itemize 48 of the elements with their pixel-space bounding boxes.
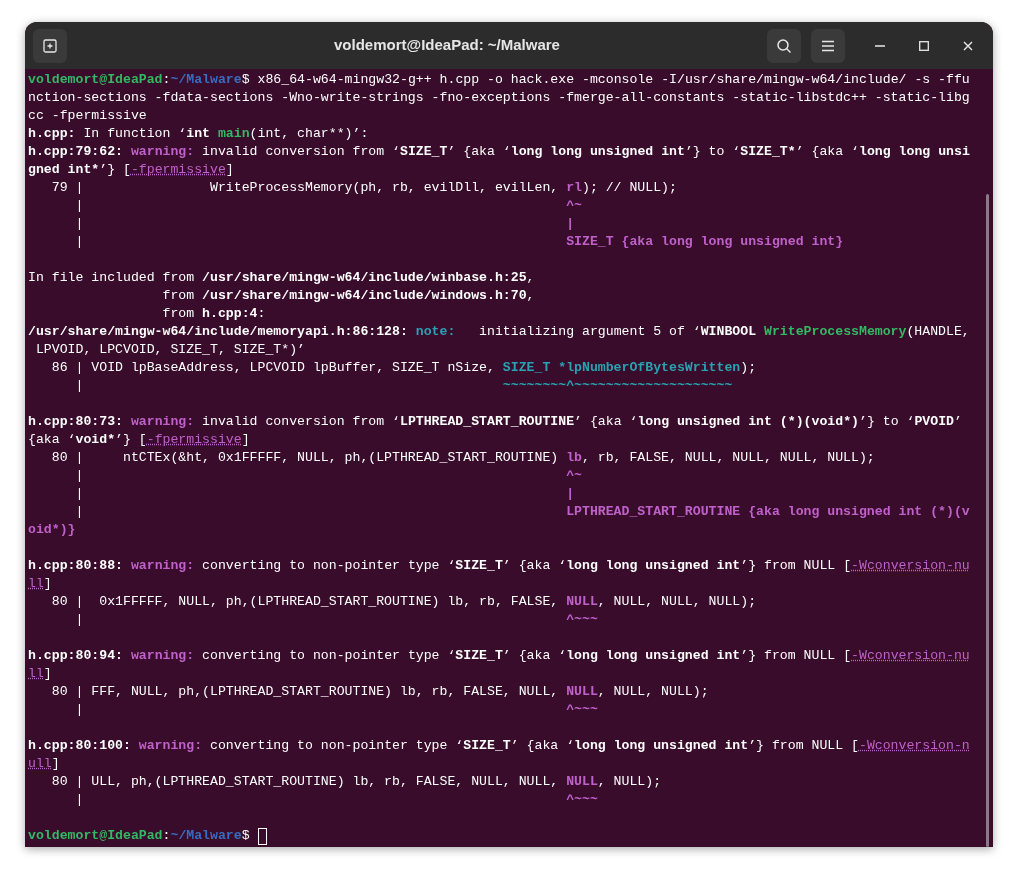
- new-tab-button[interactable]: [33, 28, 67, 63]
- terminal-line: from /usr/share/mingw-w64/include/windows.h:70,: [161, 287, 535, 305]
- terminal-line: h.cpp:80:94: warning: converting to non-pointer type ‘SIZE_T’ {aka ‘long long unsigned int’} from NULL [-Wconversion-nu: [28, 647, 970, 665]
- terminal-line: | |: [74, 215, 575, 233]
- terminal-line: 80 | ntCTEx(&ht, 0x1FFFFF, NULL, ph,(LPTHREAD_START_ROUTINE) lb, rb, FALSE, NULL, NULL, NULL, NULL);: [50, 449, 875, 467]
- terminal-line: ull]: [28, 755, 60, 773]
- terminal-line: ll]: [28, 575, 52, 593]
- terminal-line: 80 | 0x1FFFFF, NULL, ph,(LPTHREAD_START_ROUTINE) lb, rb, FALSE, NULL, NULL, NULL, NULL);: [50, 593, 757, 611]
- terminal-line: 79 | WriteProcessMemory(ph, rb, evilDll, evilLen, rl); // NULL);: [50, 179, 677, 197]
- search-button[interactable]: [767, 28, 801, 63]
- terminal-line: | ^~: [74, 197, 582, 215]
- terminal-line: | LPTHREAD_START_ROUTINE {aka long unsigned int (*)(v: [74, 503, 970, 521]
- terminal-line: voldemort@IdeaPad:~/Malware$: [28, 827, 251, 845]
- terminal-line: ll]: [28, 665, 52, 683]
- search-icon: [776, 37, 792, 54]
- terminal-line: cc -fpermissive: [28, 107, 147, 125]
- terminal-line: | SIZE_T {aka long long unsigned int}: [74, 233, 844, 251]
- terminal-line: h.cpp:80:100: warning: converting to non-pointer type ‘SIZE_T’ {aka ‘long long unsigned int’} from NULL [-Wconversion-n: [28, 737, 970, 755]
- terminal-line: h.cpp:80:73: warning: invalid conversion from ‘LPTHREAD_START_ROUTINE’ {aka ‘long unsigned int (*)(void*)’} to ‘PVOID’: [28, 413, 962, 431]
- terminal-line: | ^~: [74, 467, 582, 485]
- minimize-icon: [875, 44, 885, 47]
- close-icon: [963, 40, 973, 51]
- scrollbar[interactable]: [986, 194, 989, 847]
- menu-icon: [821, 39, 835, 52]
- maximize-icon: [919, 40, 929, 51]
- terminal-line: | ~~~~~~~~^~~~~~~~~~~~~~~~~~~~~: [74, 377, 733, 395]
- terminal-line: h.cpp:80:88: warning: converting to non-pointer type ‘SIZE_T’ {aka ‘long long unsigned int’} from NULL [-Wconversion-nu: [28, 557, 970, 575]
- window-title: voldemort@IdeaPad: ~/Malware: [333, 35, 560, 56]
- terminal-line: LPVOID, LPCVOID, SIZE_T, SIZE_T*)’: [34, 341, 305, 359]
- menu-button[interactable]: [811, 28, 845, 63]
- terminal-line: gned int*’} [-fpermissive]: [28, 161, 234, 179]
- terminal-line: | ^~~~: [74, 791, 598, 809]
- terminal-line: from h.cpp:4:: [161, 305, 266, 323]
- terminal-line: 86 | VOID lpBaseAddress, LPCVOID lpBuffer, SIZE_T nSize, SIZE_T *lpNumberOfBytesWritten);: [50, 359, 757, 377]
- terminal-line: nction-sections -fdata-sections -Wno-write-strings -fno-exceptions -fmerge-all-constants -static-libstdc++ -static-libg: [28, 89, 970, 107]
- new-tab-icon: [42, 37, 58, 54]
- terminal-line: | ^~~~: [74, 701, 598, 719]
- terminal-line: 80 | FFF, NULL, ph,(LPTHREAD_START_ROUTINE) lb, rb, FALSE, NULL, NULL, NULL, NULL);: [50, 683, 709, 701]
- terminal-line: h.cpp:79:62: warning: invalid conversion from ‘SIZE_T’ {aka ‘long long unsigned int’} to ‘SIZE_T*’ {aka ‘long long unsi: [28, 143, 970, 161]
- terminal-line: {aka ‘void*’} [-fpermissive]: [28, 431, 250, 449]
- terminal-line: oid*)}: [28, 521, 76, 539]
- terminal-line: voldemort@IdeaPad:~/Malware$ x86_64-w64-mingw32-g++ h.cpp -o hack.exe -mconsole -I/usr/share/mingw-w64/include/ -s -ffu: [28, 71, 970, 89]
- terminal-line: /usr/share/mingw-w64/include/memoryapi.h:86:128: note: initializing argument 5 of ‘WINBOOL WriteProcessMemory(HANDLE,: [28, 323, 970, 341]
- terminal-line: | |: [74, 485, 575, 503]
- terminal-line: 80 | ULL, ph,(LPTHREAD_START_ROUTINE) lb, rb, FALSE, NULL, NULL, NULL, NULL);: [50, 773, 662, 791]
- terminal-line: h.cpp: In function ‘int main(int, char**)’:: [28, 125, 369, 143]
- terminal-line: | ^~~~: [74, 611, 598, 629]
- terminal-line: In file included from /usr/share/mingw-w64/include/winbase.h:25,: [28, 269, 535, 287]
